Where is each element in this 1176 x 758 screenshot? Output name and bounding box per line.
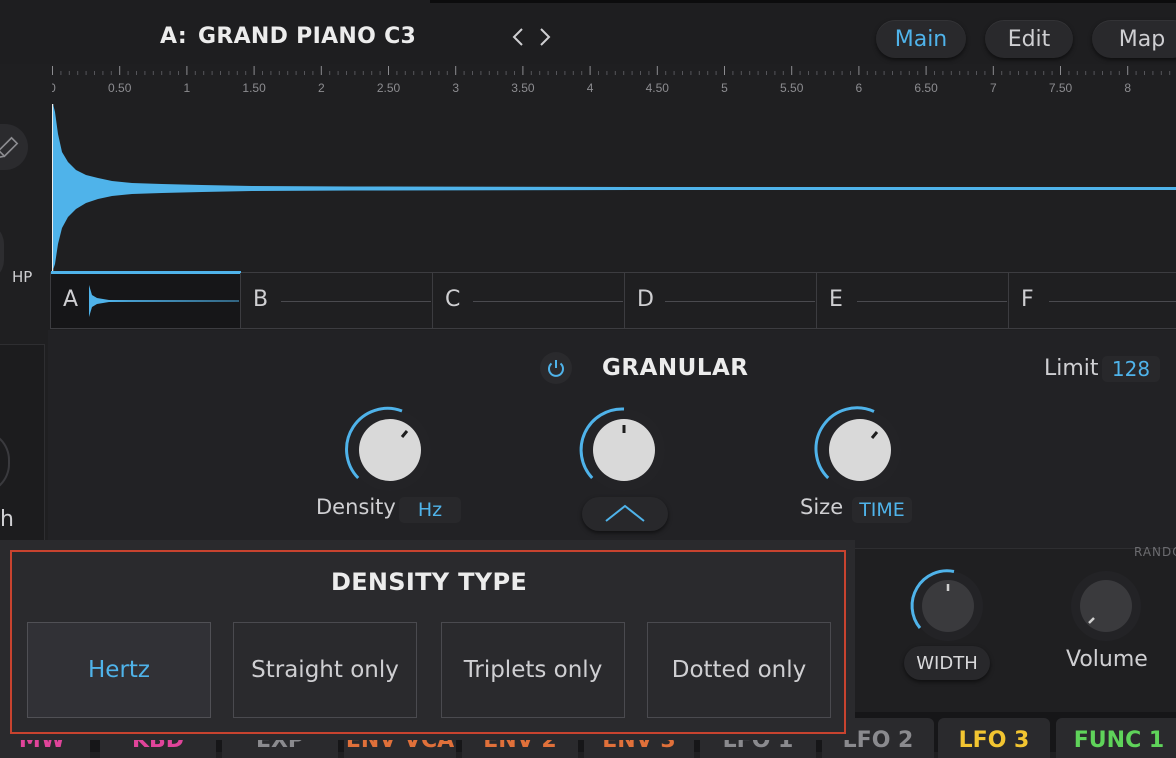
random-label: RANDO	[1134, 545, 1176, 559]
ruler-tick: 7.50	[1049, 66, 1073, 95]
slot-label: E	[829, 287, 843, 312]
size-label: Size	[800, 495, 844, 519]
ruler-tick-label: 0	[52, 81, 56, 95]
slot-empty-line	[665, 301, 815, 302]
ruler-tick: 6	[856, 66, 863, 95]
ruler-tick: 3	[452, 66, 459, 95]
slot-e[interactable]: E	[816, 273, 1009, 328]
ruler-tick-label: 3.50	[511, 81, 535, 95]
ruler-tick: 5	[721, 66, 728, 95]
option-straight-only[interactable]: Straight only	[233, 622, 417, 718]
ruler-tick-label: 2.50	[377, 81, 401, 95]
ruler-tick: 2	[318, 66, 325, 95]
ruler-tick: 3.50	[511, 66, 535, 95]
ruler-tick-label: 8	[1124, 81, 1131, 95]
slot-label: B	[253, 287, 269, 312]
ruler-tick-label: 6.50	[914, 81, 938, 95]
expand-button[interactable]	[582, 497, 668, 531]
ruler-tick-label: 4	[587, 81, 594, 95]
ruler-tick-label: 6	[856, 81, 863, 95]
mod-tab-lfo-3[interactable]: LFO 3	[938, 718, 1050, 758]
slot-label: A	[63, 287, 79, 312]
waveform-display[interactable]	[52, 104, 1176, 272]
chevron-left-icon[interactable]	[510, 26, 526, 48]
time-ruler: 0 0.50 1 1.50 2 2.50 3 3.50 4 4.50 5 5.50 6 6.50 7 7.50…	[52, 66, 1171, 95]
slot-active-indicator	[51, 271, 241, 274]
slot-a[interactable]: A	[50, 271, 241, 328]
slot-label: D	[637, 287, 654, 312]
granular-power-button[interactable]	[540, 352, 572, 384]
slot-f[interactable]: F	[1008, 273, 1176, 328]
hp-label: HP	[12, 268, 33, 286]
ruler-tick: 2.50	[377, 66, 401, 95]
ruler-tick: 8	[1124, 66, 1131, 95]
volume-knob[interactable]	[1066, 566, 1146, 646]
ruler-tick-label: 4.50	[646, 81, 670, 95]
sample-slots: A B C D E F	[50, 271, 1176, 329]
slot-label: C	[445, 287, 461, 312]
top-divider	[430, 0, 1176, 3]
density-knob[interactable]	[344, 404, 436, 496]
ruler-tick: 4	[587, 66, 594, 95]
waveform-shape	[53, 104, 1176, 270]
chevron-up-icon	[605, 504, 645, 522]
ruler-tick-label: 5	[721, 81, 728, 95]
pencil-button[interactable]	[0, 124, 28, 170]
size-unit-tag[interactable]: TIME	[852, 497, 912, 523]
ruler-tick-label: 7.50	[1049, 81, 1073, 95]
slot-empty-line	[281, 301, 431, 302]
option-triplets-only[interactable]: Triplets only	[441, 622, 625, 718]
tab-map[interactable]: Map	[1092, 20, 1176, 58]
left-partial-label: h	[0, 507, 14, 532]
mod-tab-func-1[interactable]: FUNC 1	[1056, 718, 1176, 758]
slot-empty-line	[1049, 301, 1176, 302]
ruler-tick-label: 5.50	[780, 81, 804, 95]
ruler-tick-label: 1.50	[242, 81, 266, 95]
power-icon	[548, 360, 564, 377]
ruler-tick-label: 7	[990, 81, 997, 95]
slot-empty-line	[473, 301, 623, 302]
ruler-tick-label: 3	[452, 81, 459, 95]
density-unit-tag[interactable]: Hz	[399, 497, 461, 523]
ruler-tick: 1	[184, 66, 191, 95]
slot-a-thumbnail	[89, 285, 239, 317]
limit-label: Limit	[1044, 356, 1099, 381]
slot-d[interactable]: D	[624, 273, 817, 328]
ruler-tick: 0.50	[108, 66, 132, 95]
center-knob[interactable]	[578, 404, 670, 496]
ruler-tick: 4.50	[646, 66, 670, 95]
pencil-icon	[0, 136, 19, 159]
ruler-tick: 1.50	[242, 66, 266, 95]
limit-value[interactable]: 128	[1102, 356, 1160, 382]
ruler-tick-label: 1	[184, 81, 191, 95]
mod-tab-label: LFO 3	[958, 728, 1030, 753]
volume-label: Volume	[1066, 647, 1148, 672]
sample-name: GRAND PIANO C3	[198, 24, 417, 49]
slot-label: F	[1021, 287, 1034, 312]
ruler-tick: 0	[52, 66, 56, 95]
mod-tab-label: FUNC 1	[1073, 728, 1165, 753]
slot-b[interactable]: B	[240, 273, 433, 328]
ruler-tick-label: 2	[318, 81, 325, 95]
ruler-tick: 7	[990, 66, 997, 95]
density-label: Density	[316, 495, 396, 519]
ruler-tick-label: 0.50	[108, 81, 132, 95]
slot-empty-line	[857, 301, 1007, 302]
size-knob[interactable]	[814, 404, 906, 496]
chevron-right-icon[interactable]	[537, 26, 553, 48]
sample-slot-prefix: A:	[160, 24, 188, 49]
tab-main[interactable]: Main	[876, 20, 966, 58]
ruler-tick: 6.50	[914, 66, 938, 95]
granular-title: GRANULAR	[602, 355, 749, 381]
popup-title: DENSITY TYPE	[330, 568, 528, 596]
ruler-tick: 5.50	[780, 66, 804, 95]
option-hertz[interactable]: Hertz	[27, 622, 211, 718]
option-dotted-only[interactable]: Dotted only	[647, 622, 831, 718]
width-knob[interactable]	[908, 566, 988, 646]
tab-edit[interactable]: Edit	[985, 20, 1073, 58]
slot-c[interactable]: C	[432, 273, 625, 328]
width-button[interactable]: WIDTH	[904, 646, 990, 680]
